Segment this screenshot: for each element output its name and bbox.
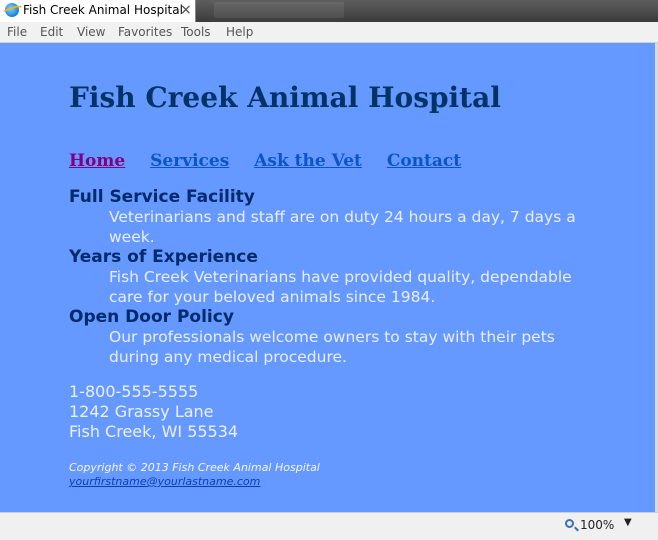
menu-file[interactable]: File [7, 25, 27, 39]
phone-number: 1-800-555-5555 [69, 382, 199, 401]
menu-edit[interactable]: Edit [40, 25, 63, 39]
feature-description: Fish Creek Veterinarians have provided q… [109, 268, 572, 306]
feature-title: Years of Experience [69, 247, 258, 267]
browser-tab[interactable]: Fish Creek Animal Hospital × [0, 0, 196, 22]
menu-favorites[interactable]: Favorites [118, 25, 172, 39]
email-link[interactable]: yourfirstname@yourlastname.com [69, 475, 260, 488]
tab-strip: Fish Creek Animal Hospital × [0, 0, 658, 22]
chevron-down-icon[interactable]: ▼ [624, 517, 632, 528]
menu-bar: File Edit View Favorites Tools Help [0, 22, 658, 43]
city-state-zip: Fish Creek, WI 55534 [69, 422, 239, 441]
web-page: Fish Creek Animal Hospital Home Services… [0, 43, 655, 512]
copyright-text: Copyright © 2013 Fish Creek Animal Hospi… [69, 461, 320, 474]
feature-description: Veterinarians and staff are on duty 24 h… [109, 208, 576, 246]
feature-title: Open Door Policy [69, 307, 234, 327]
page-footer: Copyright © 2013 Fish Creek Animal Hospi… [69, 461, 320, 489]
menu-help[interactable]: Help [226, 25, 253, 39]
page-title: Fish Creek Animal Hospital [69, 81, 501, 114]
menu-tools[interactable]: Tools [181, 25, 211, 39]
contact-info: 1-800-555-5555 1242 Grassy Lane Fish Cre… [69, 382, 238, 442]
nav-link-services[interactable]: Services [150, 151, 229, 171]
feature-description: Our professionals welcome owners to stay… [109, 328, 555, 366]
nav-link-home[interactable]: Home [69, 151, 125, 171]
zoom-icon[interactable] [565, 519, 574, 528]
feature-list: Full Service Facility Veterinarians and … [69, 187, 609, 367]
menu-view[interactable]: View [77, 25, 105, 39]
zoom-level[interactable]: 100% [580, 518, 614, 532]
background-tab[interactable] [214, 2, 344, 18]
tab-title: Fish Creek Animal Hospital [23, 3, 183, 17]
nav-link-ask-the-vet[interactable]: Ask the Vet [254, 151, 362, 171]
status-bar: 100% ▼ [0, 512, 658, 540]
nav-link-contact[interactable]: Contact [387, 151, 461, 171]
feature-title: Full Service Facility [69, 187, 255, 207]
internet-explorer-icon [5, 3, 19, 17]
street-address: 1242 Grassy Lane [69, 402, 214, 421]
close-tab-icon[interactable]: × [180, 2, 192, 18]
site-navigation: Home Services Ask the Vet Contact [69, 151, 480, 171]
